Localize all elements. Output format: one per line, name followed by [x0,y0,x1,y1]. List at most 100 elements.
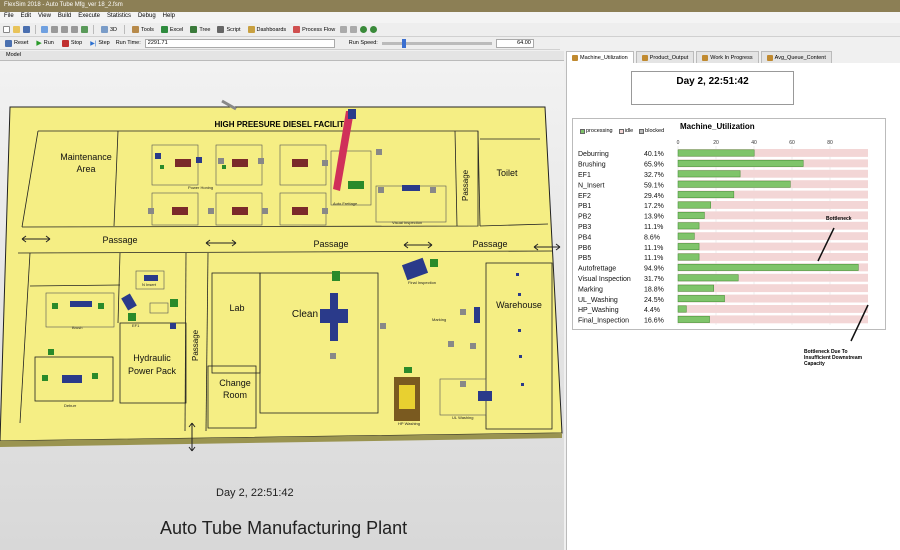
chart-icon [641,54,648,61]
green-dot-icon[interactable] [360,26,368,33]
operator-icon [155,153,161,159]
wrench-icon [132,26,140,33]
chart-icon [702,54,709,61]
operator-icon [170,323,176,329]
power-honing-label: Power Honing [188,185,213,190]
tree-button[interactable]: Tree [188,25,212,34]
maintenance-label-2: Area [76,164,95,174]
connect-icon[interactable] [51,26,58,33]
item-icon [430,259,438,267]
machine-body [232,159,248,167]
queue-icon [262,208,268,214]
toilet-label: Toilet [496,168,518,178]
tab-machine-utilization[interactable]: Machine_Utilization [566,51,634,63]
rack-icon [519,355,522,358]
dashboards-button[interactable]: Dashboards [246,25,289,34]
grid-icon[interactable] [340,26,348,33]
item-icon [222,165,226,169]
ul-washing-label: UL Washing [452,415,474,420]
item-icon [92,373,98,379]
deburr-label: Deburr [64,403,77,408]
annotation-arrows [817,227,869,342]
excel-button[interactable]: Excel [159,25,185,34]
run-toolbar: Reset ▶ Run Stop ▶| Step Run Time: 2291.71… [0,37,560,50]
rack-icon [518,293,521,296]
facility-title: HIGH PREESURE DIESEL FACILITY [215,120,351,129]
queue-icon [322,208,328,214]
model-tab[interactable]: Model [0,51,564,61]
script-button[interactable]: Script [215,25,242,34]
tab-avg-queue-content[interactable]: Avg_Queue_Content [760,51,832,63]
warehouse-label: Warehouse [496,300,542,310]
rack-icon [521,383,524,386]
queue-icon [448,341,454,347]
run-speed-field[interactable]: 64.00 [495,38,534,48]
help-icon[interactable] [370,26,378,33]
rack-icon [518,329,521,332]
run-time-field[interactable]: 2291.71 [144,38,335,48]
group-icon[interactable] [81,26,88,33]
step-icon: ▶| [90,40,97,47]
machine-body [292,159,308,167]
queue-icon [330,353,336,359]
select-mode-icon[interactable] [41,26,48,33]
queue-icon [208,208,214,214]
menu-edit[interactable]: Edit [21,13,31,22]
tab-product-output[interactable]: Product_Output [635,51,695,63]
maintenance-label: Maintenance [60,152,112,162]
open-folder-icon[interactable] [13,26,20,33]
queue-icon [148,208,154,214]
run-speed-thumb[interactable] [401,38,406,48]
menu-debug[interactable]: Debug [138,13,156,22]
object-menu-icon[interactable] [71,26,78,33]
run-speed-slider[interactable] [381,38,492,48]
queue-icon [460,309,466,315]
step-button[interactable]: ▶| Step [88,39,112,48]
passage-label-2: Passage [313,239,348,249]
process-flow-button[interactable]: Process Flow [291,25,337,34]
script-icon [217,26,225,33]
menu-build[interactable]: Build [58,13,71,22]
item-icon [52,303,58,309]
run-button[interactable]: ▶ Run [34,38,55,48]
chart-icon [572,54,578,61]
item-icon [48,349,54,355]
view3d-button[interactable]: 3D [99,25,119,34]
layout-icon[interactable] [350,26,358,33]
clean-label: Clean [292,309,318,320]
queue-icon [470,343,476,349]
bottleneck-arrow [817,227,835,262]
menu-file[interactable]: File [4,13,14,22]
item-icon [160,165,164,169]
tools-button[interactable]: Tools [130,25,156,34]
reset-button[interactable]: Reset [3,39,30,48]
disconnect-icon[interactable] [61,26,68,33]
queue-icon [322,160,328,166]
new-file-icon[interactable] [3,26,10,33]
final-inspection-label: Final Inspection [408,280,436,285]
queue-icon [218,158,224,164]
menu-statistics[interactable]: Statistics [107,13,131,22]
stop-button[interactable]: Stop [60,39,84,48]
marking-label: Marking [432,317,446,322]
save-icon[interactable] [23,26,30,33]
queue-icon [380,323,386,329]
tree-icon [190,26,198,33]
toolbar-separator [124,25,126,34]
clean-machine [320,309,348,323]
menu-execute[interactable]: Execute [78,13,100,22]
model-clock: Day 2, 22:51:42 [216,487,294,499]
window-title: FlexSim 2018 - Auto Tube Mfg_ver 18_2.fs… [0,0,900,12]
chart-icon [766,54,773,61]
hydraulic-label: Hydraulic [133,353,171,363]
menu-help[interactable]: Help [163,13,175,22]
plant-title: Auto Tube Manufacturing Plant [160,518,408,538]
cube-icon [101,26,108,33]
menu-view[interactable]: View [38,13,51,22]
tab-work-in-progress[interactable]: Work In Progress [696,51,759,63]
process-flow-icon [293,26,301,33]
rack-icon [516,273,519,276]
model-floor-plan[interactable]: HIGH PREESURE DIESEL FACILITY Maintenanc… [0,61,564,550]
machine-body [175,159,191,167]
visual-inspection-machine [402,185,420,191]
